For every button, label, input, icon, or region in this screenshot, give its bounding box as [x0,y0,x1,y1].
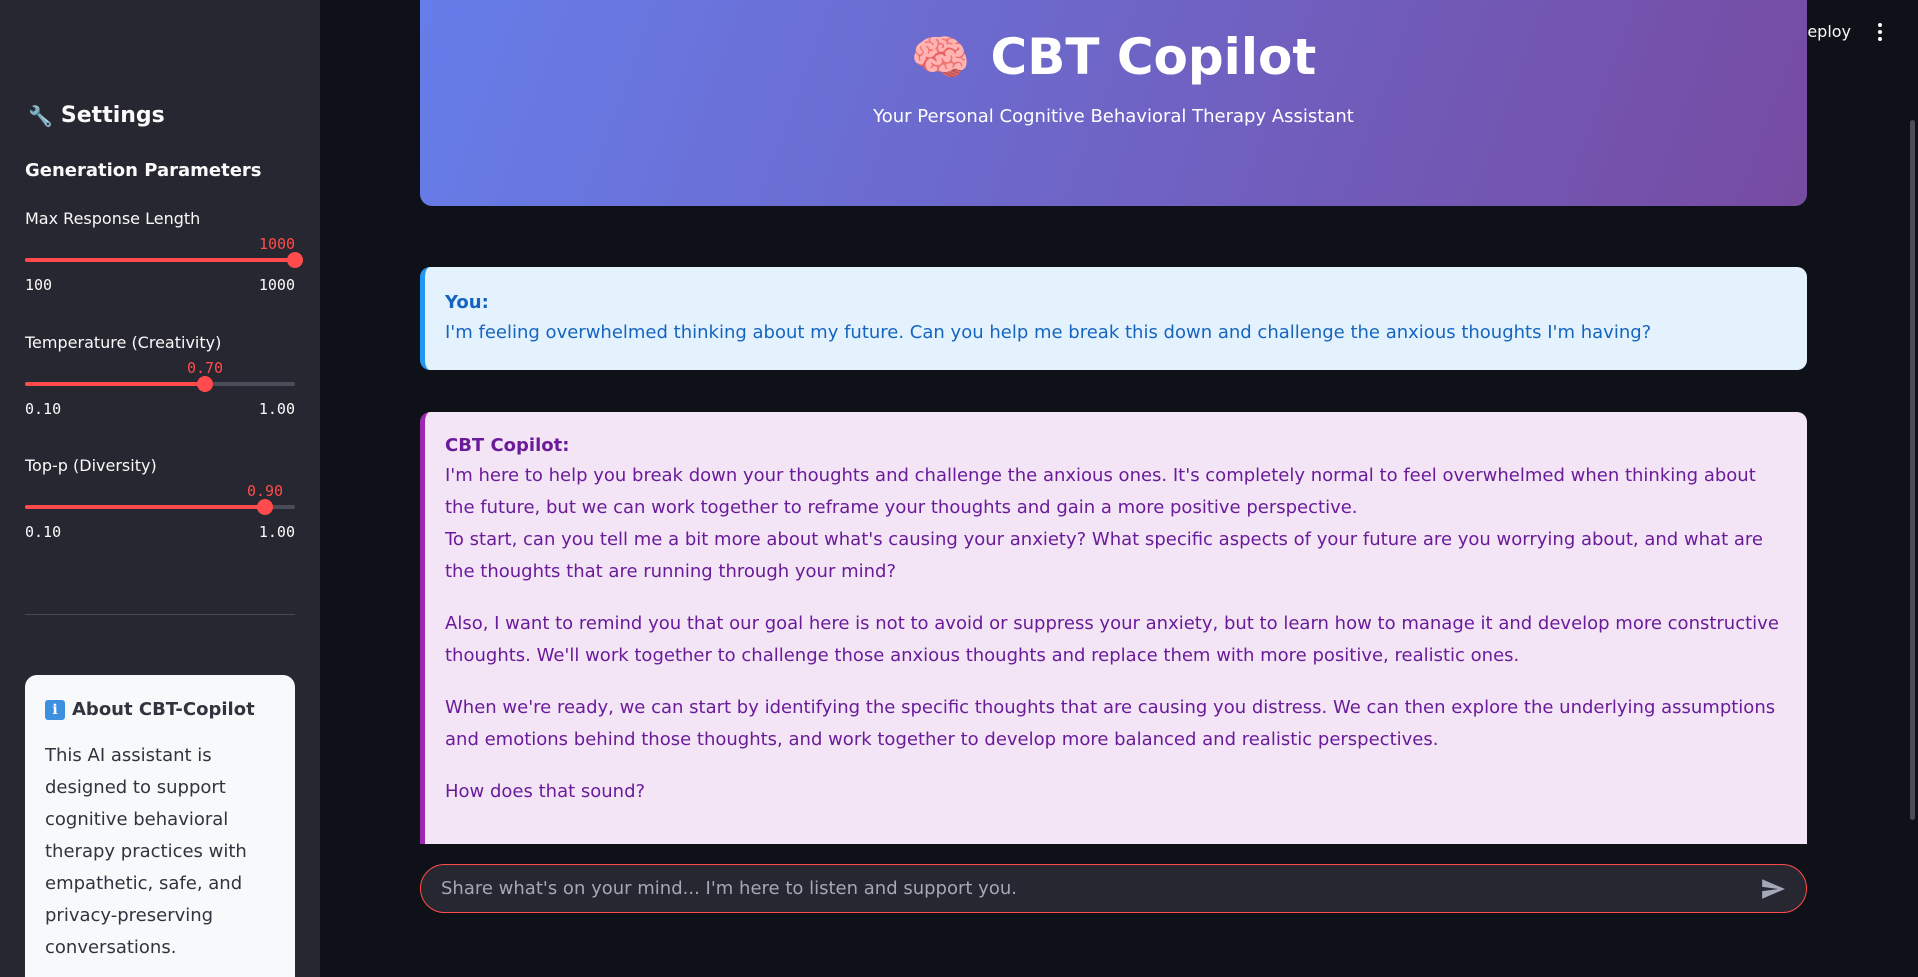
generation-parameters-heading: Generation Parameters [25,160,262,181]
slider-track[interactable] [25,376,295,392]
top-p-slider[interactable]: Top-p (Diversity) 0.90 0.10 1.00 [25,456,295,541]
page-title-text: CBT Copilot [990,28,1317,86]
chat-input-container [420,864,1807,913]
main-scrollbar[interactable] [1910,120,1915,820]
temperature-slider[interactable]: Temperature (Creativity) 0.70 0.10 1.00 [25,333,295,418]
about-title: i About CBT-Copilot [45,699,275,720]
slider-value: 1000 [258,235,296,253]
slider-fill [25,258,295,262]
assistant-paragraph: How does that sound? [445,781,646,802]
assistant-paragraph: When we're ready, we can start by identi… [445,697,1776,750]
slider-thumb[interactable] [197,376,213,392]
about-title-text: About CBT-Copilot [72,699,255,720]
user-message-author: You: [445,292,489,313]
slider-thumb[interactable] [257,499,273,515]
slider-fill [25,382,205,386]
about-text: This AI assistant is designed to support… [45,745,247,958]
user-message: You: I'm feeling overwhelmed thinking ab… [420,267,1807,370]
info-icon: i [45,699,65,720]
assistant-paragraph: I'm here to help you break down your tho… [445,465,1756,518]
page-title: 🧠 CBT Copilot [420,28,1807,86]
user-message-text: I'm feeling overwhelmed thinking about m… [445,322,1652,343]
about-card: i About CBT-Copilot This AI assistant is… [25,675,295,977]
slider-track[interactable] [25,499,295,515]
slider-fill [25,505,265,509]
assistant-message: CBT Copilot: I'm here to help you break … [420,412,1807,844]
slider-min: 100 [25,276,53,294]
header-banner: 🧠 CBT Copilot Your Personal Cognitive Be… [420,0,1807,206]
wrench-icon: 🔧 [28,103,53,128]
slider-label: Temperature (Creativity) [25,333,222,352]
slider-value: 0.70 [186,359,224,377]
brain-icon: 🧠 [910,29,971,86]
slider-min: 0.10 [25,400,62,418]
slider-max: 1.00 [258,523,295,541]
sidebar-title-text: Settings [60,103,165,128]
assistant-message-author: CBT Copilot: [445,435,570,456]
send-icon[interactable] [1760,876,1786,902]
max-response-length-slider[interactable]: Max Response Length 1000 100 1000 [25,209,303,294]
kebab-menu-icon[interactable] [1872,20,1888,44]
slider-track[interactable] [25,252,303,268]
slider-label: Top-p (Diversity) [25,456,157,475]
slider-thumb[interactable] [287,252,303,268]
sidebar-title: 🔧 Settings [28,103,165,128]
page-subtitle: Your Personal Cognitive Behavioral Thera… [873,106,1354,127]
slider-max: 1000 [258,276,295,294]
assistant-paragraph: Also, I want to remind you that our goal… [445,613,1779,666]
chat-input[interactable] [441,878,1760,899]
slider-max: 1.00 [258,400,295,418]
sidebar-divider [25,614,295,615]
slider-min: 0.10 [25,523,62,541]
assistant-paragraph: To start, can you tell me a bit more abo… [445,529,1763,582]
slider-value: 0.90 [246,482,284,500]
slider-label: Max Response Length [25,209,201,228]
sidebar: 🔧 Settings Generation Parameters Max Res… [0,0,320,977]
